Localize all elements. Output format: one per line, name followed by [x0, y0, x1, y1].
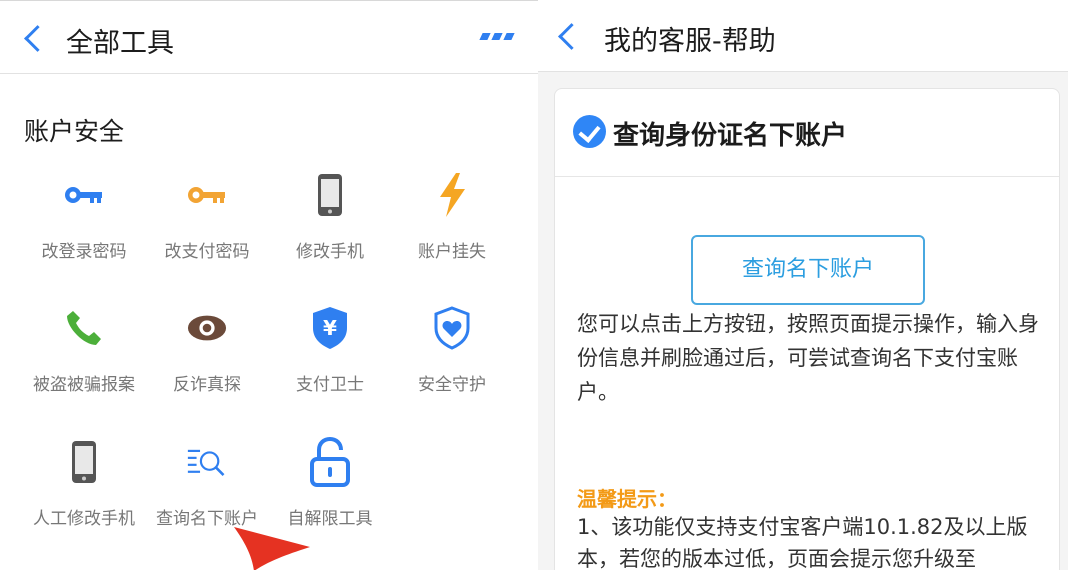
tools-nav-bar: 全部工具 [0, 2, 538, 74]
tool-label: 改支付密码 [164, 242, 250, 262]
tool-report-loss[interactable]: 账户挂失 [390, 161, 514, 281]
panel-edge [1068, 0, 1080, 570]
tool-label: 支付卫士 [296, 375, 364, 395]
card-header: 查询身份证名下账户 [555, 89, 1059, 177]
tip-title: 温馨提示： [577, 487, 677, 511]
tool-fraud-report[interactable]: 被盗被骗报案 [22, 294, 146, 414]
tool-security-guard[interactable]: 安全守护 [390, 294, 514, 414]
section-title: 账户安全 [24, 117, 125, 146]
eye-icon [187, 304, 227, 352]
tool-anti-fraud-detective[interactable]: 反诈真探 [145, 294, 269, 414]
heart-shield-icon [432, 304, 472, 352]
tool-label: 修改手机 [296, 242, 364, 262]
phone-call-icon [64, 304, 104, 352]
tip-text: 1、该功能仅支持支付宝客户端10.1.82及以上版本，若您的版本过低，页面会提示… [577, 515, 1028, 570]
yuan-shield-icon: ¥ [310, 304, 350, 352]
key-icon [187, 171, 227, 219]
page-title: 全部工具 [66, 28, 174, 59]
list-search-icon [187, 438, 227, 486]
tool-label: 账户挂失 [418, 242, 486, 262]
help-panel: 我的客服-帮助 查询身份证名下账户 查询名下账户 您可以点击上方按钮，按照页面提… [538, 0, 1080, 570]
help-nav-bar: 我的客服-帮助 [538, 0, 1080, 72]
tool-manual-change-phone[interactable]: 人工修改手机 [22, 428, 146, 548]
tool-change-phone[interactable]: 修改手机 [268, 161, 392, 281]
help-card: 查询身份证名下账户 查询名下账户 您可以点击上方按钮，按照页面提示操作，输入身份… [554, 88, 1060, 570]
tool-label: 被盗被骗报案 [33, 375, 135, 395]
card-title: 查询身份证名下账户 [613, 121, 848, 151]
red-arrow-annotation [234, 527, 310, 570]
back-arrow-icon[interactable] [22, 22, 42, 52]
svg-text:¥: ¥ [323, 316, 337, 340]
tool-change-payment-password[interactable]: 改支付密码 [145, 161, 269, 281]
tool-label: 反诈真探 [173, 375, 241, 395]
key-icon [64, 171, 104, 219]
back-arrow-icon[interactable] [556, 20, 576, 50]
phone-icon [64, 438, 104, 486]
query-accounts-button[interactable]: 查询名下账户 [691, 235, 925, 305]
tool-label: 人工修改手机 [33, 509, 135, 529]
tools-panel: 全部工具 账户安全 改登录密码 改支付密码 修改手机 账户挂失 被盗被骗报案 反… [0, 0, 538, 570]
tool-change-login-password[interactable]: 改登录密码 [22, 161, 146, 281]
description-text: 您可以点击上方按钮，按照页面提示操作，输入身份信息并刷脸通过后，可尝试查询名下支… [577, 312, 1039, 404]
page-title: 我的客服-帮助 [604, 26, 776, 57]
lightning-icon [432, 171, 472, 219]
unlock-icon [310, 437, 350, 487]
check-circle-icon [573, 115, 606, 148]
phone-icon [310, 171, 350, 219]
tool-label: 改登录密码 [41, 242, 127, 262]
tool-payment-guard[interactable]: ¥ 支付卫士 [268, 294, 392, 414]
tool-label: 安全守护 [418, 375, 486, 395]
more-options-icon[interactable] [479, 33, 515, 45]
